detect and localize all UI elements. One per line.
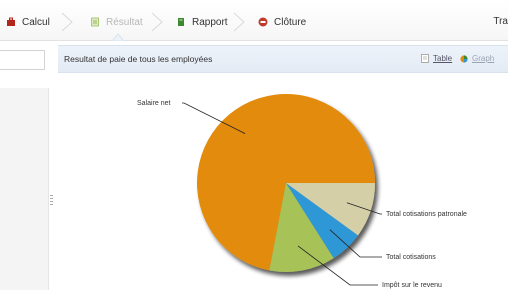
slice-label: Salaire net [137, 100, 171, 107]
slice-label: Total cotisations patronale [386, 211, 467, 218]
slice-label: Impôt sur le revenu [382, 282, 442, 289]
slice-label: Total cotisations [386, 254, 436, 261]
payroll-pie-chart: Salaire net Impôt sur le revenu Total coti… [137, 93, 467, 289]
